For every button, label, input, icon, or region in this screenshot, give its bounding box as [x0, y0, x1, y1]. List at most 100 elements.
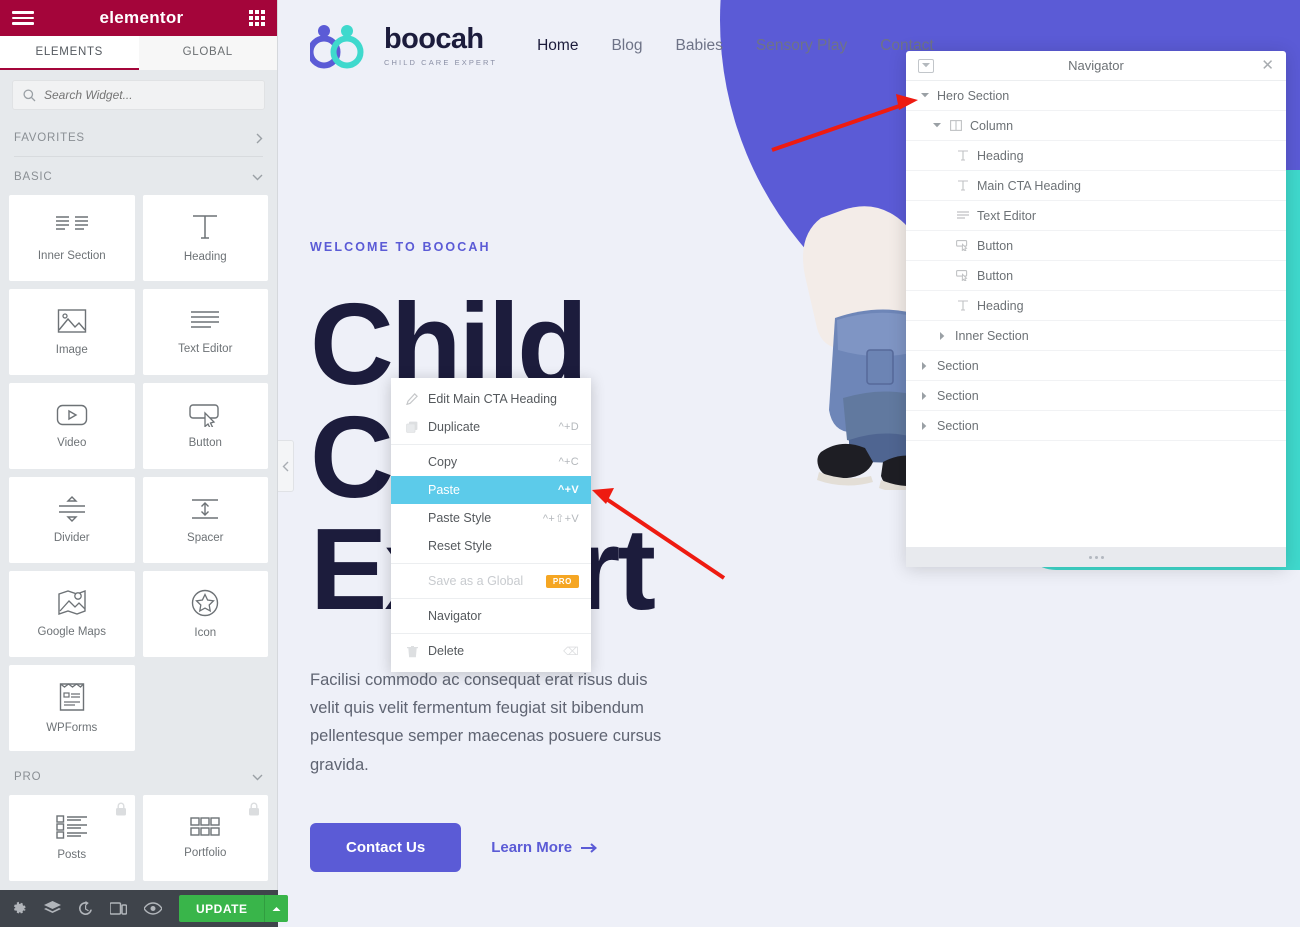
context-menu-label: Save as a Global: [428, 574, 524, 588]
elementor-widget-panel: elementor ELEMENTS GLOBAL FAVORITES: [0, 0, 278, 927]
navigator-item-section-3[interactable]: Section: [906, 411, 1286, 441]
widget-label: Image: [55, 344, 88, 356]
widget-label: Video: [57, 437, 87, 449]
chevron-right-icon[interactable]: [920, 421, 929, 430]
category-basic[interactable]: BASIC: [0, 157, 277, 195]
nav-item-home[interactable]: Home: [537, 37, 578, 55]
logo-name: boocah: [384, 23, 484, 55]
navigator-title: Navigator: [1068, 58, 1124, 73]
hero-eyebrow: WELCOME TO BOOCAH: [310, 240, 491, 254]
logo-tagline: CHILD CARE EXPERT: [384, 58, 498, 67]
search-widget-area: [0, 70, 277, 118]
update-options-button[interactable]: [264, 895, 289, 922]
learn-more-label: Learn More: [491, 839, 573, 857]
widget-posts[interactable]: Posts: [9, 795, 135, 881]
history-icon[interactable]: [78, 901, 93, 916]
panel-collapse-button[interactable]: [278, 440, 294, 492]
tab-global[interactable]: GLOBAL: [138, 36, 277, 70]
navigator-item-heading-2[interactable]: Heading: [906, 291, 1286, 321]
panel-scroll-area[interactable]: FAVORITES BASIC Inner Section Heading Im…: [0, 118, 277, 927]
navigator-item-text-editor[interactable]: Text Editor: [906, 201, 1286, 231]
heading-icon: [956, 180, 969, 191]
navigator-item-section-2[interactable]: Section: [906, 381, 1286, 411]
navigator-resize-handle[interactable]: [906, 547, 1286, 567]
chevron-right-icon[interactable]: [938, 331, 947, 340]
chevron-down-icon[interactable]: [932, 123, 941, 128]
navigator-item-heading[interactable]: Heading: [906, 141, 1286, 171]
context-menu-item-reset-style[interactable]: Reset Style: [391, 532, 591, 560]
widget-video[interactable]: Video: [9, 383, 135, 469]
context-menu-label: Edit Main CTA Heading: [428, 392, 557, 406]
widget-google-maps[interactable]: Google Maps: [9, 571, 135, 657]
navigator-item-label: Section: [937, 388, 979, 403]
search-input[interactable]: [44, 88, 254, 102]
panel-header: elementor: [0, 0, 277, 36]
hero-body-text: Facilisi commodo ac consequat erat risus…: [310, 670, 662, 774]
navigator-item-inner-section[interactable]: Inner Section: [906, 321, 1286, 351]
settings-gear-icon[interactable]: [12, 901, 27, 916]
hamburger-icon[interactable]: [12, 11, 34, 25]
widget-wpforms[interactable]: WPForms: [9, 665, 135, 751]
text-editor-icon: [956, 210, 969, 221]
widget-label: Portfolio: [184, 847, 227, 859]
close-icon[interactable]: ✕: [1261, 58, 1274, 73]
posts-icon: [56, 815, 87, 839]
widget-icon[interactable]: Icon: [142, 571, 268, 657]
widget-spacer[interactable]: Spacer: [142, 477, 268, 563]
navigator-item-button-1[interactable]: Button: [906, 231, 1286, 261]
context-menu-item-copy[interactable]: Copy ^+C: [391, 448, 591, 476]
nav-item-babies[interactable]: Babies: [675, 37, 722, 55]
chevron-right-icon[interactable]: [920, 391, 929, 400]
preview-eye-icon[interactable]: [144, 902, 162, 915]
context-menu-item-duplicate[interactable]: Duplicate ^+D: [391, 413, 591, 441]
widget-label: Spacer: [187, 532, 224, 544]
navigator-item-column[interactable]: Column: [906, 111, 1286, 141]
chevron-down-icon[interactable]: [920, 93, 929, 98]
widget-button[interactable]: Button: [142, 383, 268, 469]
category-pro[interactable]: PRO: [0, 757, 277, 795]
navigator-item-hero-section[interactable]: Hero Section: [906, 81, 1286, 111]
context-menu-label: Delete: [428, 644, 465, 658]
context-menu-item-edit[interactable]: Edit Main CTA Heading: [391, 385, 591, 413]
navigator-item-button-2[interactable]: Button: [906, 261, 1286, 291]
navigator-item-main-cta-heading[interactable]: Main CTA Heading: [906, 171, 1286, 201]
navigator-item-section-1[interactable]: Section: [906, 351, 1286, 381]
navigator-item-label: Inner Section: [955, 328, 1029, 343]
widget-label: Text Editor: [178, 343, 233, 355]
layers-navigator-icon[interactable]: [44, 901, 61, 916]
contact-us-button[interactable]: Contact Us: [310, 823, 462, 873]
button-icon: [956, 240, 969, 251]
widget-heading[interactable]: Heading: [142, 195, 268, 281]
button-icon: [189, 404, 219, 427]
widget-divider[interactable]: Divider: [9, 477, 135, 563]
search-box[interactable]: [12, 80, 265, 110]
widget-inner-section[interactable]: Inner Section: [9, 195, 135, 281]
chevron-right-icon[interactable]: [920, 361, 929, 370]
nav-item-sensory-play[interactable]: Sensory Play: [756, 37, 847, 55]
responsive-mode-icon[interactable]: [110, 901, 127, 916]
tab-elements[interactable]: ELEMENTS: [0, 36, 139, 70]
apps-grid-icon[interactable]: [248, 10, 265, 26]
elementor-brand-title: elementor: [99, 8, 184, 27]
nav-item-blog[interactable]: Blog: [611, 37, 642, 55]
chevron-right-icon: [256, 133, 263, 143]
widget-image[interactable]: Image: [9, 289, 135, 375]
widget-portfolio[interactable]: Portfolio: [142, 795, 268, 881]
context-menu-group: Copy ^+C Paste ^+V Paste Style ^+⇧+V Res…: [391, 445, 591, 564]
context-menu-item-navigator[interactable]: Navigator: [391, 602, 591, 630]
navigator-tree[interactable]: Hero Section Column Heading Main CTA Hea…: [906, 81, 1286, 547]
site-logo[interactable]: boocah CHILD CARE EXPERT: [310, 23, 497, 69]
search-icon: [23, 88, 36, 101]
hero-cta-group: Contact Us Learn More: [310, 823, 740, 873]
context-menu-shortcut: ^+C: [558, 456, 579, 468]
update-button[interactable]: UPDATE: [179, 895, 265, 922]
context-menu-item-paste[interactable]: Paste ^+V: [391, 476, 591, 504]
element-context-menu: Edit Main CTA Heading Duplicate ^+D Copy…: [391, 378, 591, 672]
category-favorites[interactable]: FAVORITES: [0, 118, 277, 156]
context-menu-item-paste-style[interactable]: Paste Style ^+⇧+V: [391, 504, 591, 532]
collapse-all-icon[interactable]: [918, 58, 934, 73]
context-menu-item-delete[interactable]: Delete ⌫: [391, 637, 591, 665]
learn-more-button[interactable]: Learn More: [491, 839, 598, 856]
widget-text-editor[interactable]: Text Editor: [142, 289, 268, 375]
heading-icon: [956, 150, 969, 161]
